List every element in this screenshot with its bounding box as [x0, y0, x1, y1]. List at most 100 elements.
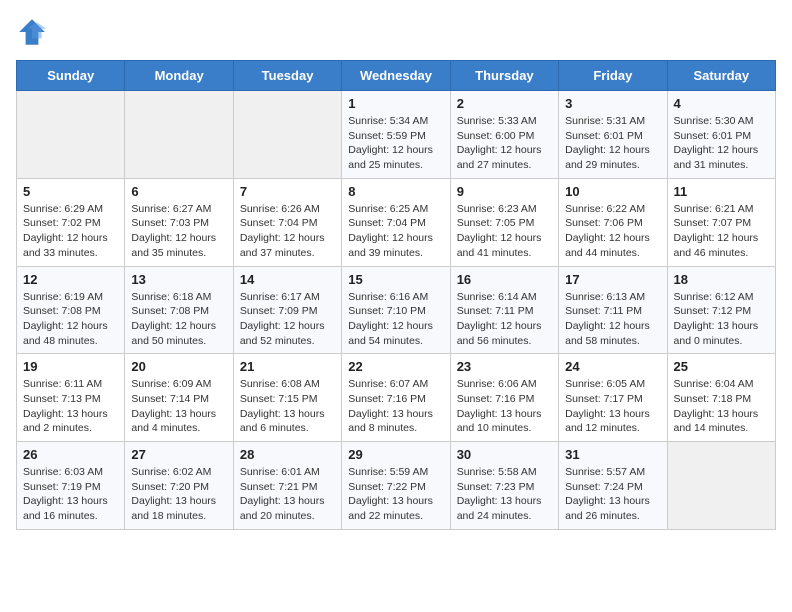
calendar-cell: 31 Sunrise: 5:57 AM Sunset: 7:24 PM Dayli… [559, 442, 667, 530]
calendar-cell: 1 Sunrise: 5:34 AM Sunset: 5:59 PM Daylig… [342, 91, 450, 179]
day-info: Sunrise: 5:33 AM Sunset: 6:00 PM Dayligh… [457, 114, 552, 173]
day-number: 16 [457, 272, 552, 287]
day-info: Sunrise: 6:09 AM Sunset: 7:14 PM Dayligh… [131, 377, 226, 436]
day-number: 24 [565, 359, 660, 374]
day-number: 18 [674, 272, 769, 287]
calendar-cell: 2 Sunrise: 5:33 AM Sunset: 6:00 PM Daylig… [450, 91, 558, 179]
day-number: 30 [457, 447, 552, 462]
day-number: 25 [674, 359, 769, 374]
day-number: 21 [240, 359, 335, 374]
day-number: 19 [23, 359, 118, 374]
day-info: Sunrise: 5:57 AM Sunset: 7:24 PM Dayligh… [565, 465, 660, 524]
day-info: Sunrise: 6:07 AM Sunset: 7:16 PM Dayligh… [348, 377, 443, 436]
day-info: Sunrise: 6:29 AM Sunset: 7:02 PM Dayligh… [23, 202, 118, 261]
day-number: 20 [131, 359, 226, 374]
header-sunday: Sunday [17, 61, 125, 91]
day-info: Sunrise: 6:21 AM Sunset: 7:07 PM Dayligh… [674, 202, 769, 261]
calendar-cell: 13 Sunrise: 6:18 AM Sunset: 7:08 PM Dayli… [125, 266, 233, 354]
calendar-cell: 22 Sunrise: 6:07 AM Sunset: 7:16 PM Dayli… [342, 354, 450, 442]
header-friday: Friday [559, 61, 667, 91]
day-number: 29 [348, 447, 443, 462]
day-info: Sunrise: 6:06 AM Sunset: 7:16 PM Dayligh… [457, 377, 552, 436]
day-info: Sunrise: 5:58 AM Sunset: 7:23 PM Dayligh… [457, 465, 552, 524]
day-info: Sunrise: 6:19 AM Sunset: 7:08 PM Dayligh… [23, 290, 118, 349]
day-number: 10 [565, 184, 660, 199]
day-info: Sunrise: 6:16 AM Sunset: 7:10 PM Dayligh… [348, 290, 443, 349]
calendar-cell: 21 Sunrise: 6:08 AM Sunset: 7:15 PM Dayli… [233, 354, 341, 442]
day-info: Sunrise: 6:13 AM Sunset: 7:11 PM Dayligh… [565, 290, 660, 349]
day-number: 2 [457, 96, 552, 111]
day-number: 6 [131, 184, 226, 199]
calendar-cell: 27 Sunrise: 6:02 AM Sunset: 7:20 PM Dayli… [125, 442, 233, 530]
calendar-header: Sunday Monday Tuesday Wednesday Thursday… [17, 61, 776, 91]
header-monday: Monday [125, 61, 233, 91]
calendar-cell: 23Sunrise: 6:06 AM Sunset: 7:16 PM Dayli… [450, 354, 558, 442]
day-info: Sunrise: 6:27 AM Sunset: 7:03 PM Dayligh… [131, 202, 226, 261]
calendar-cell: 25 Sunrise: 6:04 AM Sunset: 7:18 PM Dayli… [667, 354, 775, 442]
calendar-cell: 29 Sunrise: 5:59 AM Sunset: 7:22 PM Dayli… [342, 442, 450, 530]
page-header [16, 16, 776, 48]
calendar-cell: 6 Sunrise: 6:27 AM Sunset: 7:03 PM Daylig… [125, 178, 233, 266]
calendar-cell: 14 Sunrise: 6:17 AM Sunset: 7:09 PM Dayli… [233, 266, 341, 354]
calendar-cell: 9 Sunrise: 6:23 AM Sunset: 7:05 PM Daylig… [450, 178, 558, 266]
calendar-cell: 18 Sunrise: 6:12 AM Sunset: 7:12 PM Dayli… [667, 266, 775, 354]
week-row-4: 26 Sunrise: 6:03 AM Sunset: 7:19 PM Dayli… [17, 442, 776, 530]
calendar-cell [125, 91, 233, 179]
calendar-cell: 19Sunrise: 6:11 AM Sunset: 7:13 PM Dayli… [17, 354, 125, 442]
day-info: Sunrise: 6:23 AM Sunset: 7:05 PM Dayligh… [457, 202, 552, 261]
calendar-cell: 11 Sunrise: 6:21 AM Sunset: 7:07 PM Dayli… [667, 178, 775, 266]
logo-icon [16, 16, 48, 48]
calendar-cell: 8Sunrise: 6:25 AM Sunset: 7:04 PM Daylig… [342, 178, 450, 266]
day-number: 13 [131, 272, 226, 287]
calendar-cell: 3 Sunrise: 5:31 AM Sunset: 6:01 PM Daylig… [559, 91, 667, 179]
day-number: 1 [348, 96, 443, 111]
day-number: 11 [674, 184, 769, 199]
day-info: Sunrise: 6:26 AM Sunset: 7:04 PM Dayligh… [240, 202, 335, 261]
calendar-cell: 12 Sunrise: 6:19 AM Sunset: 7:08 PM Dayli… [17, 266, 125, 354]
calendar-cell: 30 Sunrise: 5:58 AM Sunset: 7:23 PM Dayli… [450, 442, 558, 530]
calendar-cell: 24 Sunrise: 6:05 AM Sunset: 7:17 PM Dayli… [559, 354, 667, 442]
day-number: 4 [674, 96, 769, 111]
calendar-cell: 28Sunrise: 6:01 AM Sunset: 7:21 PM Dayli… [233, 442, 341, 530]
day-number: 15 [348, 272, 443, 287]
day-info: Sunrise: 5:59 AM Sunset: 7:22 PM Dayligh… [348, 465, 443, 524]
calendar-cell [233, 91, 341, 179]
day-number: 31 [565, 447, 660, 462]
day-info: Sunrise: 6:18 AM Sunset: 7:08 PM Dayligh… [131, 290, 226, 349]
day-number: 7 [240, 184, 335, 199]
day-number: 27 [131, 447, 226, 462]
day-info: Sunrise: 6:04 AM Sunset: 7:18 PM Dayligh… [674, 377, 769, 436]
day-info: Sunrise: 6:08 AM Sunset: 7:15 PM Dayligh… [240, 377, 335, 436]
day-number: 22 [348, 359, 443, 374]
week-row-0: 1 Sunrise: 5:34 AM Sunset: 5:59 PM Daylig… [17, 91, 776, 179]
day-info: Sunrise: 6:22 AM Sunset: 7:06 PM Dayligh… [565, 202, 660, 261]
logo [16, 16, 52, 48]
day-info: Sunrise: 6:17 AM Sunset: 7:09 PM Dayligh… [240, 290, 335, 349]
calendar-cell: 26 Sunrise: 6:03 AM Sunset: 7:19 PM Dayli… [17, 442, 125, 530]
day-info: Sunrise: 5:30 AM Sunset: 6:01 PM Dayligh… [674, 114, 769, 173]
day-number: 8 [348, 184, 443, 199]
calendar-cell: 15 Sunrise: 6:16 AM Sunset: 7:10 PM Dayli… [342, 266, 450, 354]
day-info: Sunrise: 5:31 AM Sunset: 6:01 PM Dayligh… [565, 114, 660, 173]
day-number: 26 [23, 447, 118, 462]
day-info: Sunrise: 6:01 AM Sunset: 7:21 PM Dayligh… [240, 465, 335, 524]
calendar-cell: 4 Sunrise: 5:30 AM Sunset: 6:01 PM Daylig… [667, 91, 775, 179]
calendar-cell: 7 Sunrise: 6:26 AM Sunset: 7:04 PM Daylig… [233, 178, 341, 266]
day-info: Sunrise: 6:05 AM Sunset: 7:17 PM Dayligh… [565, 377, 660, 436]
day-number: 3 [565, 96, 660, 111]
calendar-cell [667, 442, 775, 530]
week-row-2: 12 Sunrise: 6:19 AM Sunset: 7:08 PM Dayli… [17, 266, 776, 354]
day-info: Sunrise: 6:14 AM Sunset: 7:11 PM Dayligh… [457, 290, 552, 349]
day-number: 14 [240, 272, 335, 287]
day-number: 9 [457, 184, 552, 199]
day-number: 17 [565, 272, 660, 287]
day-info: Sunrise: 6:03 AM Sunset: 7:19 PM Dayligh… [23, 465, 118, 524]
header-saturday: Saturday [667, 61, 775, 91]
day-info: Sunrise: 5:34 AM Sunset: 5:59 PM Dayligh… [348, 114, 443, 173]
week-row-3: 19Sunrise: 6:11 AM Sunset: 7:13 PM Dayli… [17, 354, 776, 442]
header-wednesday: Wednesday [342, 61, 450, 91]
day-number: 12 [23, 272, 118, 287]
header-row: Sunday Monday Tuesday Wednesday Thursday… [17, 61, 776, 91]
day-info: Sunrise: 6:02 AM Sunset: 7:20 PM Dayligh… [131, 465, 226, 524]
day-info: Sunrise: 6:12 AM Sunset: 7:12 PM Dayligh… [674, 290, 769, 349]
